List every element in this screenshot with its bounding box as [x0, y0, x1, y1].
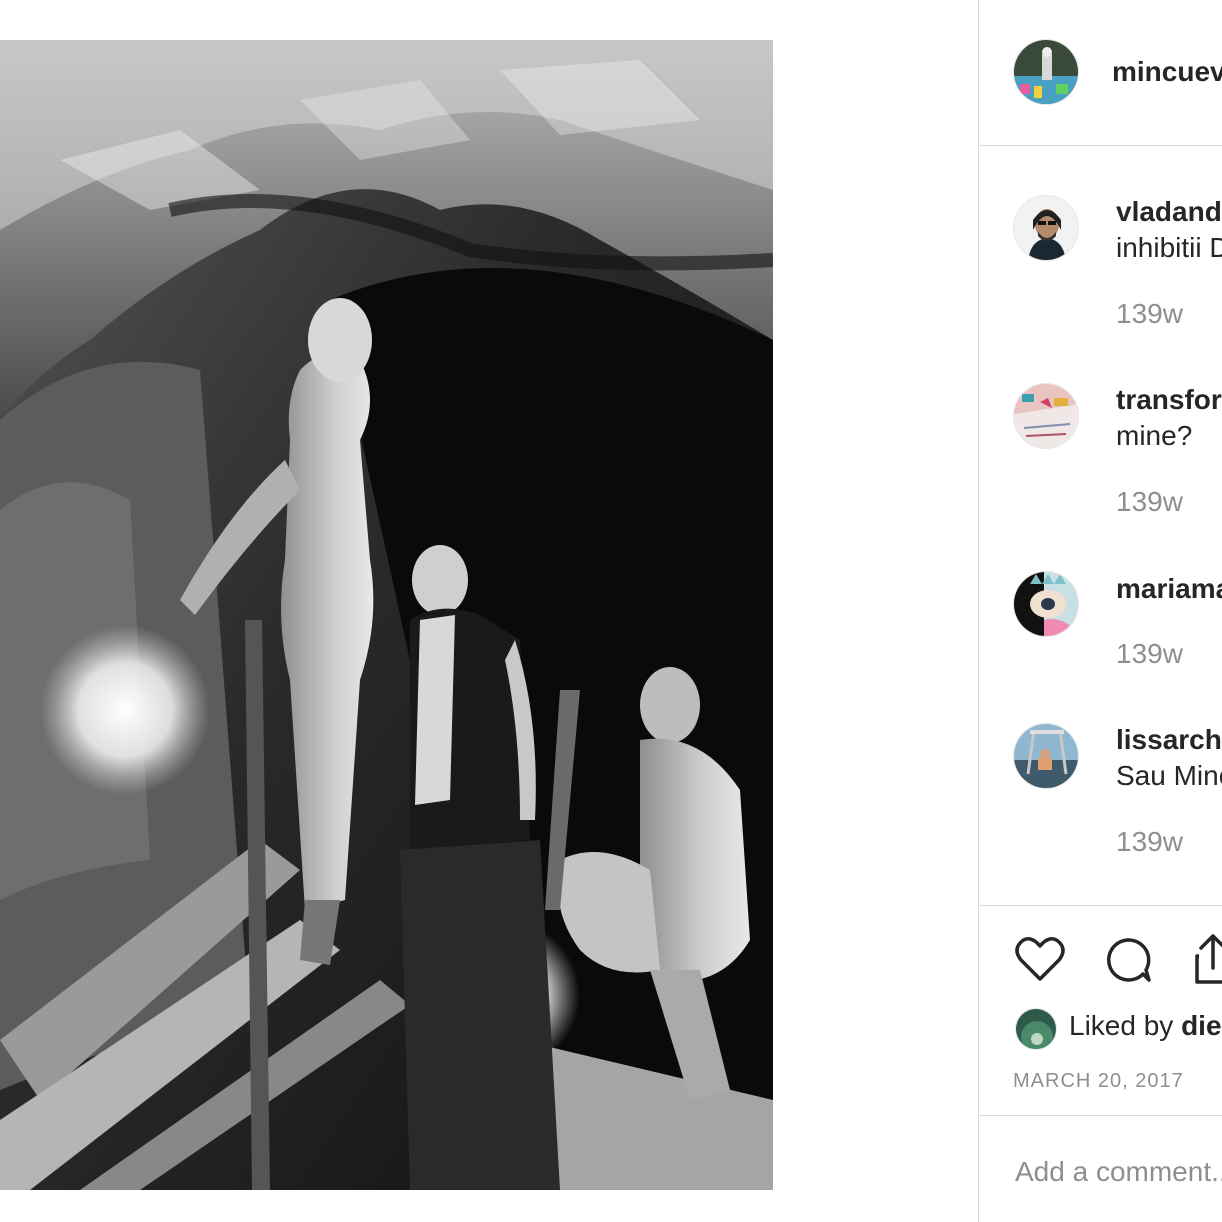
comment-avatar[interactable] [1013, 383, 1079, 449]
heart-icon[interactable] [1015, 936, 1065, 987]
post-photo[interactable] [0, 40, 773, 1190]
comment-username[interactable]: transfor [1116, 384, 1222, 416]
liker-avatar[interactable] [1015, 1008, 1057, 1050]
add-comment-bar [979, 1115, 1222, 1222]
share-icon[interactable] [1193, 932, 1222, 991]
comment-username[interactable]: mariama [1116, 573, 1222, 605]
comment-time[interactable]: 139w [1116, 638, 1183, 670]
post-media-area [0, 0, 978, 1222]
liked-by-prefix: Liked by [1069, 1010, 1182, 1041]
author-avatar[interactable] [1013, 39, 1079, 105]
author-username[interactable]: mincuev [1112, 56, 1222, 88]
post-side-panel: mincuev vladand inhibitii D 139w transfo… [978, 0, 1222, 1222]
comment-avatar[interactable] [1013, 195, 1079, 261]
add-comment-input[interactable] [1015, 1156, 1222, 1188]
post-date[interactable]: MARCH 20, 2017 [1013, 1070, 1184, 1093]
post-header: mincuev [979, 0, 1222, 146]
comment-username[interactable]: vladand [1116, 196, 1222, 228]
comment-text: Sau Mine [1116, 760, 1222, 791]
comment-time[interactable]: 139w [1116, 486, 1183, 518]
liked-by-name[interactable]: die [1181, 1010, 1221, 1041]
comment-bubble-icon[interactable] [1105, 936, 1153, 989]
liked-by-text: Liked by die [1069, 1010, 1222, 1042]
comment-text: inhibitii D [1116, 232, 1222, 263]
comment-avatar[interactable] [1013, 723, 1079, 789]
comment-avatar[interactable] [1013, 571, 1079, 637]
comment-time[interactable]: 139w [1116, 298, 1183, 330]
comment-text: mine? [1116, 420, 1193, 451]
comment-time[interactable]: 139w [1116, 826, 1183, 858]
comment-username[interactable]: lissarch [1116, 724, 1222, 756]
